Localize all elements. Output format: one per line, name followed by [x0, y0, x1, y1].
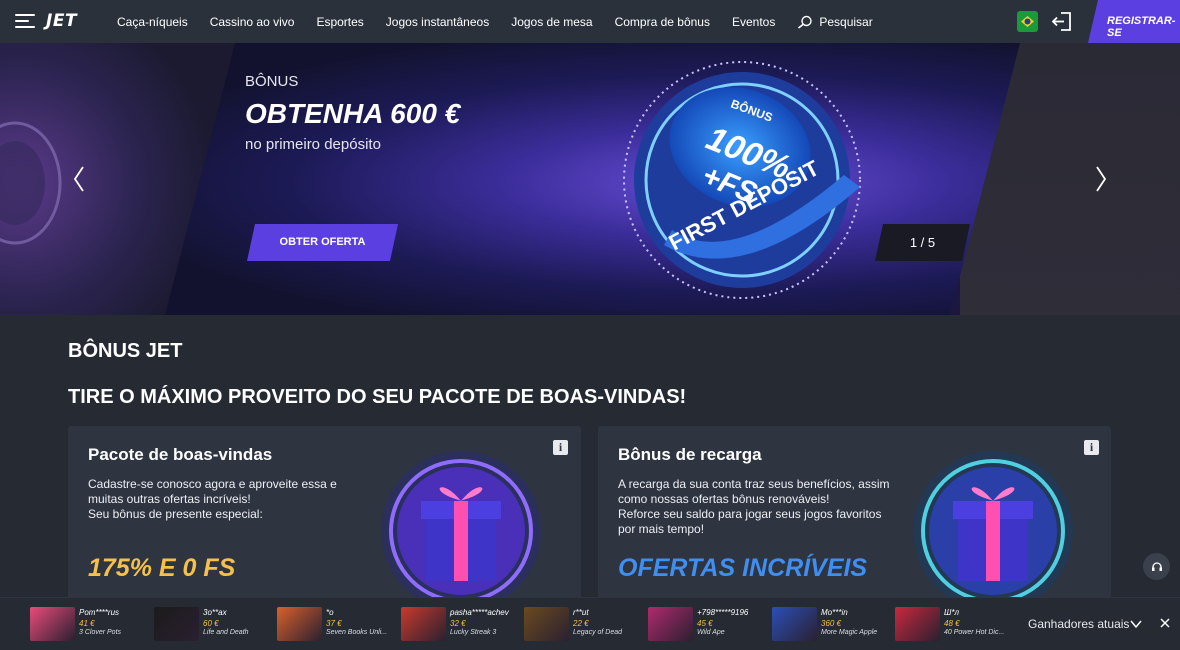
game-thumbnail — [277, 607, 322, 641]
jet-logo[interactable]: JET — [46, 11, 77, 31]
card-description: Cadastre-se conosco agora e aproveite es… — [88, 477, 363, 522]
game-thumbnail — [772, 607, 817, 641]
reload-bonus-card[interactable]: Bônus de recarga A recarga da sua conta … — [598, 426, 1111, 606]
login-icon[interactable] — [1052, 11, 1072, 32]
winner-user: pasha*****achev — [450, 608, 509, 617]
hero-kicker: BÔNUS — [245, 73, 299, 90]
nav-item-slots[interactable]: Caça-níqueis — [117, 15, 188, 29]
winner-amount: 360 € — [821, 619, 842, 628]
card-line: Seu bônus de presente especial: — [88, 507, 263, 521]
winners-ticker: Pom****rus 41 € 3 Clover Pots 3o**ax 60 … — [0, 597, 1180, 650]
support-chat-button[interactable] — [1143, 553, 1170, 580]
gift-icon — [381, 451, 541, 606]
card-highlight: 175% E 0 FS — [88, 554, 236, 582]
winner-game: Lucky Streak 3 — [450, 629, 497, 636]
winner-item[interactable]: *o 37 € Seven Books Unli... — [277, 607, 395, 641]
winner-item[interactable]: 3o**ax 60 € Life and Death — [154, 607, 272, 641]
winner-amount: 48 € — [944, 619, 960, 628]
welcome-package-card[interactable]: Pacote de boas-vindas Cadastre-se conosc… — [68, 426, 581, 606]
winner-item[interactable]: Ш*л 48 € 40 Power Hot Dic... — [895, 607, 1013, 641]
info-icon[interactable]: i — [553, 440, 568, 455]
nav-item-events[interactable]: Eventos — [732, 15, 775, 29]
nav-item-sports[interactable]: Esportes — [316, 15, 363, 29]
nav-item-table-games[interactable]: Jogos de mesa — [511, 15, 592, 29]
register-label: REGISTRAR-SE — [1107, 15, 1176, 39]
winner-game: Legacy of Dead — [573, 629, 623, 636]
top-header: JET Caça-níqueis Cassino ao vivo Esporte… — [0, 0, 1180, 43]
winner-user: Pom****rus — [79, 608, 120, 617]
winner-game: Seven Books Unli... — [326, 629, 388, 636]
winner-game: 40 Power Hot Dic... — [944, 629, 1005, 636]
slide-counter: 1 / 5 — [875, 224, 970, 261]
card-highlight: OFERTAS INCRÍVEIS — [618, 554, 868, 582]
winner-game: 3 Clover Pots — [79, 629, 122, 636]
close-icon[interactable] — [1159, 617, 1171, 629]
main-nav: Caça-níqueis Cassino ao vivo Esportes Jo… — [117, 0, 873, 43]
search-button[interactable]: Pesquisar — [797, 14, 873, 29]
hero-banner: BÔNUS 100% +FS FIRST DEPOSIT BÔNUS OBTEN… — [0, 43, 1180, 315]
nav-item-live-casino[interactable]: Cassino ao vivo — [210, 15, 295, 29]
winner-game: More Magic Apple — [821, 629, 878, 636]
winner-item[interactable]: Pom****rus 41 € 3 Clover Pots — [30, 607, 148, 641]
hero-subline: no primeiro depósito — [245, 136, 381, 153]
card-description: A recarga da sua conta traz seus benefíc… — [618, 477, 893, 537]
winner-user: Ш*л — [944, 608, 959, 617]
language-flag-icon[interactable] — [1017, 11, 1038, 32]
register-button[interactable]: REGISTRAR-SE — [1088, 0, 1180, 43]
winner-game: Wild Ape — [697, 629, 725, 636]
carousel-next-icon[interactable] — [1094, 165, 1108, 193]
winner-item[interactable]: Mo***in 360 € More Magic Apple — [772, 607, 890, 641]
game-thumbnail — [524, 607, 569, 641]
get-offer-label: OBTER OFERTA — [279, 236, 366, 248]
card-line: Reforce seu saldo para jogar seus jogos … — [618, 507, 882, 536]
nav-item-instant-games[interactable]: Jogos instantâneos — [386, 15, 489, 29]
slide-counter-label: 1 / 5 — [909, 235, 936, 250]
carousel-prev-icon[interactable] — [72, 165, 86, 193]
game-thumbnail — [30, 607, 75, 641]
hero-headline: OBTENHA 600 € — [245, 98, 461, 129]
winner-amount: 41 € — [79, 619, 95, 628]
chevron-down-icon[interactable] — [1129, 617, 1143, 631]
game-thumbnail — [401, 607, 446, 641]
winner-amount: 32 € — [450, 619, 466, 628]
menu-icon[interactable] — [15, 14, 35, 28]
game-thumbnail — [154, 607, 199, 641]
section-title: BÔNUS JET — [68, 340, 183, 362]
winner-user: *o — [326, 608, 334, 617]
card-line: A recarga da sua conta traz seus benefíc… — [618, 477, 890, 506]
headset-icon — [1151, 561, 1162, 571]
winner-game: Life and Death — [203, 629, 249, 636]
nav-item-bonus-buy[interactable]: Compra de bônus — [615, 15, 710, 29]
winner-amount: 37 € — [326, 619, 342, 628]
winner-user: 3o**ax — [203, 608, 227, 617]
winner-amount: 45 € — [697, 619, 713, 628]
first-deposit-medal-icon: BÔNUS 100% +FS FIRST DEPOSIT — [623, 61, 861, 299]
current-winners-label: Ganhadores atuais — [1028, 617, 1130, 631]
section-subtitle: TIRE O MÁXIMO PROVEITO DO SEU PACOTE DE … — [68, 386, 687, 408]
winner-amount: 22 € — [573, 619, 589, 628]
search-label: Pesquisar — [819, 14, 873, 29]
winner-item[interactable]: r**ut 22 € Legacy of Dead — [524, 607, 642, 641]
winner-user: +798*****9196 — [697, 608, 749, 617]
card-line: Cadastre-se conosco agora e aproveite es… — [88, 477, 337, 506]
winner-item[interactable]: +798*****9196 45 € Wild Ape — [648, 607, 766, 641]
gift-icon — [913, 451, 1073, 606]
winner-item[interactable]: pasha*****achev 32 € Lucky Streak 3 — [401, 607, 519, 641]
winner-user: r**ut — [573, 608, 589, 617]
search-icon — [798, 15, 813, 29]
info-icon[interactable]: i — [1084, 440, 1099, 455]
get-offer-button[interactable]: OBTER OFERTA — [247, 224, 398, 261]
winner-amount: 60 € — [203, 619, 219, 628]
card-title: Bônus de recarga — [618, 445, 762, 464]
game-thumbnail — [895, 607, 940, 641]
winner-user: Mo***in — [821, 608, 848, 617]
card-title: Pacote de boas-vindas — [88, 445, 273, 464]
game-thumbnail — [648, 607, 693, 641]
